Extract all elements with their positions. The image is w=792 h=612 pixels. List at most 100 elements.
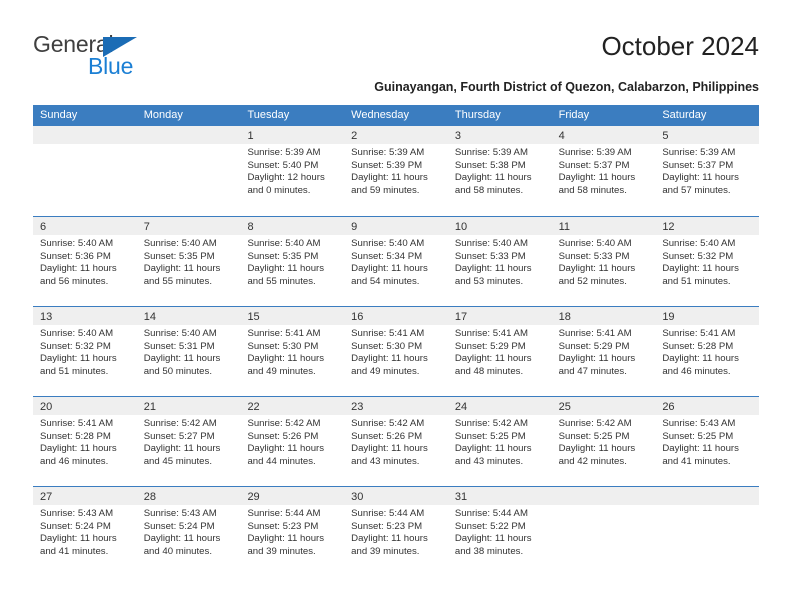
day-detail-line: Sunrise: 5:41 AM (558, 328, 632, 339)
day-number-strip: 18 (551, 307, 656, 325)
day-detail-body: Sunrise: 5:39 AM Sunset: 5:37 PM Daylight:… (552, 144, 656, 197)
day-detail-line: Sunrise: 5:39 AM (454, 147, 528, 158)
calendar-day-cell[interactable]: 14 Sunrise: 5:40 AM Sunset: 5:31 PM Dayligh… (136, 307, 241, 396)
calendar-day-cell[interactable]: 7 Sunrise: 5:40 AM Sunset: 5:35 PM Daylight… (136, 217, 241, 306)
day-detail-line: Sunset: 5:40 PM (247, 159, 319, 171)
calendar-week-row: 13 Sunrise: 5:40 AM Sunset: 5:32 PM Dayligh… (33, 306, 760, 396)
day-detail-body: Sunrise: 5:40 AM Sunset: 5:36 PM Daylight:… (33, 235, 137, 288)
calendar-day-cell[interactable]: 3 Sunrise: 5:39 AM Sunset: 5:38 PM Daylight… (447, 126, 552, 216)
day-number-strip (136, 126, 241, 144)
day-detail-line: Daylight: 11 hours (247, 443, 325, 455)
day-detail-line: Sunset: 5:31 PM (143, 340, 215, 352)
day-number: 8 (247, 221, 254, 233)
day-detail-body: Sunrise: 5:40 AM Sunset: 5:35 PM Daylight:… (240, 235, 344, 288)
calendar-day-cell[interactable]: 25 Sunrise: 5:42 AM Sunset: 5:25 PM Dayligh… (551, 397, 656, 486)
day-detail-line: Daylight: 11 hours (351, 533, 428, 545)
day-number-strip: 7 (136, 217, 241, 235)
calendar-day-cell[interactable]: 15 Sunrise: 5:41 AM Sunset: 5:30 PM Dayligh… (240, 307, 345, 396)
calendar-day-cell[interactable]: 31 Sunrise: 5:44 AM Sunset: 5:22 PM Dayligh… (447, 487, 552, 576)
calendar-weeks: 1 Sunrise: 5:39 AM Sunset: 5:40 PM Daylight… (33, 126, 760, 576)
day-detail-line: Sunrise: 5:39 AM (558, 147, 632, 158)
calendar-day-cell[interactable]: 13 Sunrise: 5:40 AM Sunset: 5:32 PM Dayligh… (33, 307, 137, 396)
day-detail-line: Daylight: 11 hours (143, 263, 221, 275)
day-detail-line: Sunset: 5:25 PM (558, 430, 630, 442)
calendar-day-cell[interactable]: 19 Sunrise: 5:41 AM Sunset: 5:28 PM Dayligh… (655, 307, 760, 396)
day-detail-line: and 57 minutes. (662, 184, 731, 196)
day-detail-line: Daylight: 11 hours (558, 353, 636, 365)
logo-text-blue: Blue (88, 53, 134, 79)
day-detail-line: Sunset: 5:28 PM (40, 430, 111, 442)
day-of-week-header-wednesday: Wednesday (351, 109, 410, 121)
calendar-day-cell[interactable]: 24 Sunrise: 5:42 AM Sunset: 5:25 PM Dayligh… (447, 397, 552, 486)
day-number-strip (33, 126, 137, 144)
day-detail-line: Sunrise: 5:40 AM (143, 238, 217, 249)
day-detail-line: Daylight: 11 hours (143, 353, 221, 365)
calendar-day-cell[interactable]: 27 Sunrise: 5:43 AM Sunset: 5:24 PM Dayligh… (33, 487, 137, 576)
day-detail-line: Daylight: 11 hours (143, 443, 221, 455)
calendar-day-cell[interactable]: 12 Sunrise: 5:40 AM Sunset: 5:32 PM Dayligh… (655, 217, 760, 306)
calendar-day-cell[interactable]: 26 Sunrise: 5:43 AM Sunset: 5:25 PM Dayligh… (655, 397, 760, 486)
day-detail-body: Sunrise: 5:41 AM Sunset: 5:28 PM Daylight:… (33, 415, 137, 468)
day-detail-line: Sunrise: 5:40 AM (662, 238, 736, 249)
calendar-day-cell[interactable]: 17 Sunrise: 5:41 AM Sunset: 5:29 PM Dayligh… (447, 307, 552, 396)
day-detail-body: Sunrise: 5:44 AM Sunset: 5:23 PM Daylight:… (344, 505, 448, 558)
calendar-day-cell[interactable]: 18 Sunrise: 5:41 AM Sunset: 5:29 PM Dayligh… (551, 307, 656, 396)
calendar-day-cell[interactable]: 28 Sunrise: 5:43 AM Sunset: 5:24 PM Dayligh… (136, 487, 241, 576)
day-number: 20 (40, 401, 53, 413)
calendar-day-cell[interactable]: 11 Sunrise: 5:40 AM Sunset: 5:33 PM Dayligh… (551, 217, 656, 306)
day-of-week-header-monday: Monday (143, 109, 183, 121)
day-detail-line: Sunset: 5:38 PM (454, 159, 526, 171)
day-number: 17 (454, 311, 468, 323)
day-detail-line: Daylight: 11 hours (558, 263, 636, 275)
day-detail-body: Sunrise: 5:40 AM Sunset: 5:31 PM Daylight:… (137, 325, 241, 378)
calendar-day-cell[interactable]: 21 Sunrise: 5:42 AM Sunset: 5:27 PM Dayligh… (136, 397, 241, 486)
calendar-day-cell[interactable]: 8 Sunrise: 5:40 AM Sunset: 5:35 PM Daylight… (240, 217, 345, 306)
day-detail-line: and 41 minutes. (662, 455, 731, 467)
day-detail-body: Sunrise: 5:40 AM Sunset: 5:35 PM Daylight:… (137, 235, 241, 288)
day-of-week-header-tuesday: Tuesday (247, 109, 290, 121)
day-detail-line: and 50 minutes. (143, 365, 212, 377)
calendar-day-cell[interactable]: 20 Sunrise: 5:41 AM Sunset: 5:28 PM Dayligh… (33, 397, 137, 486)
calendar-day-cell[interactable]: 1 Sunrise: 5:39 AM Sunset: 5:40 PM Daylight… (240, 126, 345, 216)
calendar-day-cell[interactable]: 2 Sunrise: 5:39 AM Sunset: 5:39 PM Daylight… (344, 126, 448, 216)
day-number-strip: 30 (344, 487, 448, 505)
day-detail-line: Sunset: 5:26 PM (247, 430, 319, 442)
day-number-strip: 29 (240, 487, 345, 505)
calendar-day-cell[interactable]: 10 Sunrise: 5:40 AM Sunset: 5:33 PM Dayligh… (447, 217, 552, 306)
calendar-day-cell[interactable]: 22 Sunrise: 5:42 AM Sunset: 5:26 PM Dayligh… (240, 397, 345, 486)
day-number-strip: 27 (33, 487, 137, 505)
day-detail-body: Sunrise: 5:40 AM Sunset: 5:32 PM Daylight:… (33, 325, 137, 378)
day-detail-line: and 55 minutes. (247, 275, 316, 287)
day-detail-line: Daylight: 11 hours (40, 263, 117, 275)
day-number-strip: 13 (33, 307, 137, 325)
day-detail-body: Sunrise: 5:40 AM Sunset: 5:33 PM Daylight:… (552, 235, 656, 288)
day-number: 23 (351, 401, 364, 413)
day-number-strip: 3 (447, 126, 552, 144)
day-detail-line: and 52 minutes. (558, 275, 627, 287)
day-number-strip: 11 (551, 217, 656, 235)
day-number: 29 (247, 491, 260, 503)
day-number: 28 (143, 491, 156, 503)
day-number-strip: 1 (240, 126, 345, 144)
day-detail-body: Sunrise: 5:41 AM Sunset: 5:29 PM Daylight:… (448, 325, 552, 378)
day-of-week-header-saturday: Saturday (662, 109, 707, 121)
day-number-strip: 19 (655, 307, 760, 325)
page-header: General Blue October 2024 Guinayangan, F… (0, 0, 792, 100)
day-number-strip (551, 487, 656, 505)
day-number-strip: 23 (344, 397, 448, 415)
calendar-day-cell[interactable]: 6 Sunrise: 5:40 AM Sunset: 5:36 PM Daylight… (33, 217, 137, 306)
day-detail-line: Sunrise: 5:40 AM (558, 238, 632, 249)
calendar-day-cell[interactable]: 30 Sunrise: 5:44 AM Sunset: 5:23 PM Dayligh… (344, 487, 448, 576)
day-number-strip: 12 (655, 217, 760, 235)
calendar-day-cell[interactable]: 4 Sunrise: 5:39 AM Sunset: 5:37 PM Daylight… (551, 126, 656, 216)
day-number: 3 (454, 130, 461, 142)
calendar-day-cell[interactable]: 23 Sunrise: 5:42 AM Sunset: 5:26 PM Dayligh… (344, 397, 448, 486)
day-detail-line: Sunrise: 5:40 AM (454, 238, 528, 249)
day-number-strip: 9 (344, 217, 448, 235)
calendar-day-cell[interactable]: 9 Sunrise: 5:40 AM Sunset: 5:34 PM Daylight… (344, 217, 448, 306)
calendar-day-cell[interactable]: 29 Sunrise: 5:44 AM Sunset: 5:23 PM Dayligh… (240, 487, 345, 576)
day-detail-line: and 46 minutes. (662, 365, 731, 377)
calendar-day-cell[interactable]: 5 Sunrise: 5:39 AM Sunset: 5:37 PM Daylight… (655, 126, 760, 216)
day-detail-line: and 53 minutes. (454, 275, 524, 287)
calendar-day-cell[interactable]: 16 Sunrise: 5:41 AM Sunset: 5:30 PM Dayligh… (344, 307, 448, 396)
